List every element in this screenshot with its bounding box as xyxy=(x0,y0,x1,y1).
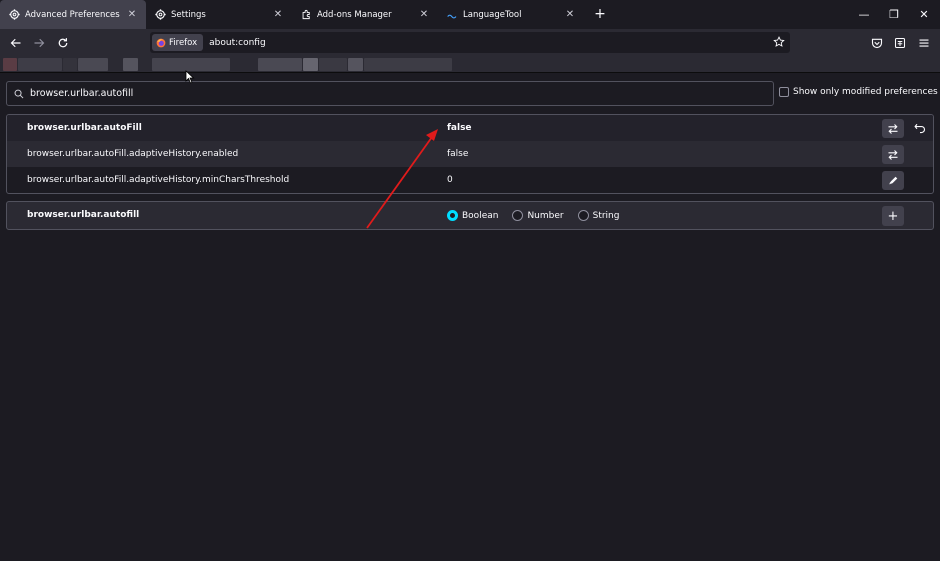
blurred-bookmark xyxy=(348,58,363,71)
search-box[interactable] xyxy=(6,81,774,106)
blurred-bookmark xyxy=(319,58,347,71)
blurred-bookmark xyxy=(78,58,108,71)
nav-bar: Firefox about:config xyxy=(0,29,940,56)
tab-strip: Advanced Preferences ✕ Settings ✕ Add-on… xyxy=(0,0,940,29)
search-icon xyxy=(13,88,25,100)
tab-settings[interactable]: Settings ✕ xyxy=(146,0,292,29)
extension-icon xyxy=(894,37,906,49)
radio-number[interactable] xyxy=(512,210,524,221)
url-bar[interactable]: Firefox about:config xyxy=(150,32,790,53)
minimize-button[interactable]: — xyxy=(857,7,871,21)
edit-icon xyxy=(888,175,899,186)
toggle-button[interactable] xyxy=(882,145,904,164)
reload-icon xyxy=(57,37,69,49)
table-row: browser.urlbar.autoFill.adaptiveHistory.… xyxy=(7,167,933,193)
pocket-icon xyxy=(871,37,883,49)
tab-addons-manager[interactable]: Add-ons Manager ✕ xyxy=(292,0,438,29)
reload-button[interactable] xyxy=(55,35,71,51)
radio-string[interactable] xyxy=(577,210,589,221)
pref-value[interactable]: false xyxy=(447,149,468,159)
bookmark-star-button[interactable] xyxy=(772,35,786,49)
toggle-button[interactable] xyxy=(882,119,904,138)
tab-label: LanguageTool xyxy=(463,9,522,20)
search-input[interactable] xyxy=(30,88,730,99)
tab-label: Advanced Preferences xyxy=(25,9,120,20)
pref-name: browser.urlbar.autoFill.adaptiveHistory.… xyxy=(27,175,290,185)
preferences-table: browser.urlbar.autoFill false browser.ur… xyxy=(6,114,934,194)
close-icon[interactable]: ✕ xyxy=(126,9,138,21)
arrow-left-icon xyxy=(10,37,22,49)
new-tab-button[interactable]: + xyxy=(593,7,607,21)
undo-icon xyxy=(914,122,926,134)
blurred-bookmark xyxy=(123,58,138,71)
blurred-bookmark xyxy=(303,58,318,71)
blurred-bookmark xyxy=(3,58,17,71)
show-modified-checkbox[interactable] xyxy=(779,87,789,97)
pref-type-group: Boolean Number String xyxy=(447,210,633,221)
identity-box[interactable]: Firefox xyxy=(152,34,204,51)
blurred-bookmark xyxy=(63,58,77,71)
new-preference-row: browser.urlbar.autofill Boolean Number S… xyxy=(6,201,934,230)
mouse-cursor-icon xyxy=(185,70,195,84)
restore-button[interactable]: ❐ xyxy=(887,7,901,21)
close-icon[interactable]: ✕ xyxy=(564,9,576,21)
identity-label: Firefox xyxy=(169,37,198,48)
edit-button[interactable] xyxy=(882,171,904,190)
tab-label: Add-ons Manager xyxy=(317,9,392,20)
close-icon[interactable]: ✕ xyxy=(272,9,284,21)
tab-advanced-preferences[interactable]: Advanced Preferences ✕ xyxy=(0,0,146,29)
arrow-right-icon xyxy=(33,37,45,49)
radio-label: Number xyxy=(527,210,564,221)
toggle-icon xyxy=(887,149,899,161)
pref-name: browser.urlbar.autoFill.adaptiveHistory.… xyxy=(27,149,239,159)
close-window-button[interactable]: ✕ xyxy=(917,7,931,21)
close-icon[interactable]: ✕ xyxy=(418,9,430,21)
extensions-button[interactable] xyxy=(892,35,908,51)
languagetool-icon xyxy=(446,9,458,21)
gear-icon xyxy=(8,9,20,21)
radio-boolean[interactable] xyxy=(447,210,458,221)
table-row: browser.urlbar.autoFill.adaptiveHistory.… xyxy=(7,141,933,167)
url-text[interactable]: about:config xyxy=(209,38,266,48)
search-row: Show only modified preferences xyxy=(6,81,938,106)
bookmarks-toolbar xyxy=(0,56,940,73)
pref-value[interactable]: 0 xyxy=(447,175,453,185)
puzzle-icon xyxy=(300,9,312,21)
firefox-logo-icon xyxy=(156,38,166,48)
gear-icon xyxy=(154,9,166,21)
hamburger-icon xyxy=(918,37,930,49)
menu-button[interactable] xyxy=(916,35,932,51)
show-modified-toggle[interactable]: Show only modified preferences xyxy=(779,87,938,97)
blurred-bookmark xyxy=(258,58,302,71)
type-option-string[interactable]: String xyxy=(577,210,620,221)
toggle-icon xyxy=(887,123,899,135)
tab-languagetool[interactable]: LanguageTool ✕ xyxy=(438,0,584,29)
show-modified-label: Show only modified preferences xyxy=(793,87,938,97)
new-pref-name: browser.urlbar.autofill xyxy=(27,210,140,220)
pref-value[interactable]: false xyxy=(447,123,472,133)
back-button[interactable] xyxy=(8,35,24,51)
add-preference-button[interactable]: + xyxy=(882,206,904,226)
forward-button[interactable] xyxy=(31,35,47,51)
radio-label: String xyxy=(592,210,620,221)
type-option-boolean[interactable]: Boolean xyxy=(447,210,498,221)
tab-label: Settings xyxy=(171,9,206,20)
pref-name: browser.urlbar.autoFill xyxy=(27,123,142,133)
radio-label: Boolean xyxy=(462,210,499,221)
table-row: browser.urlbar.autoFill false xyxy=(7,115,933,141)
blurred-bookmark xyxy=(18,58,62,71)
star-icon xyxy=(773,36,785,48)
reset-button[interactable] xyxy=(912,120,928,136)
type-option-number[interactable]: Number xyxy=(512,210,564,221)
pocket-button[interactable] xyxy=(869,35,885,51)
blurred-bookmark xyxy=(364,58,452,71)
